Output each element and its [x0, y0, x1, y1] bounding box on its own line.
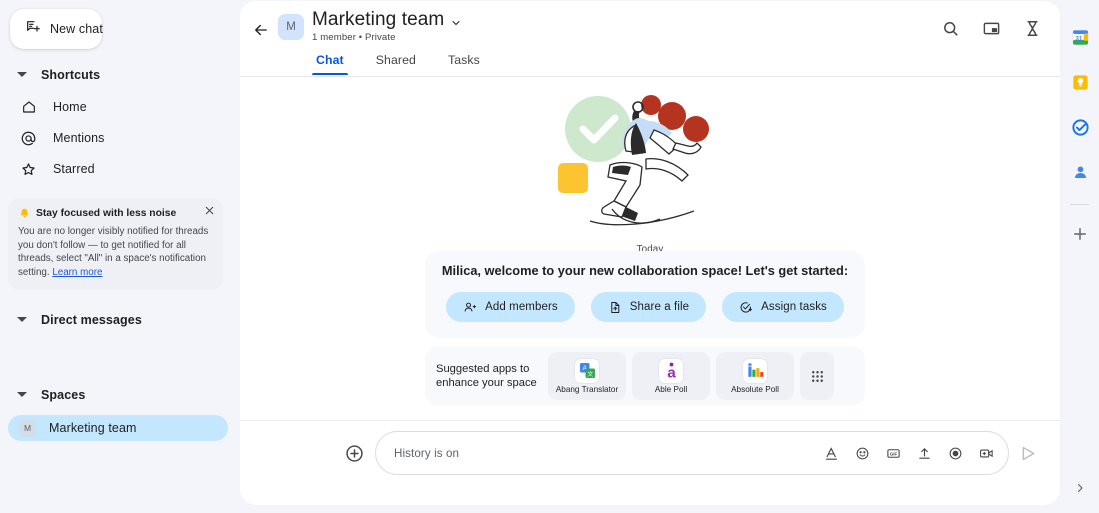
spaces-section-header[interactable]: Spaces: [0, 383, 240, 407]
assign-tasks-button[interactable]: Assign tasks: [722, 292, 844, 322]
add-members-label: Add members: [485, 301, 558, 313]
tab-chat[interactable]: Chat: [300, 47, 360, 75]
emoji-icon[interactable]: [855, 446, 870, 461]
chevron-down-icon: [17, 70, 27, 80]
apps-grid-icon[interactable]: [800, 352, 834, 400]
app-name: Absolute Poll: [731, 384, 779, 394]
video-icon[interactable]: [979, 446, 994, 461]
sidebar-item-home-label: Home: [53, 100, 87, 114]
welcome-card: Milica, welcome to your new collaboratio…: [425, 251, 865, 338]
sidebar-item-mentions-label: Mentions: [53, 131, 105, 145]
upload-icon[interactable]: [917, 446, 932, 461]
chat-header: M Marketing team 1 member • Private Chat…: [240, 1, 1060, 77]
spaces-section: Spaces M Marketing team: [0, 383, 240, 441]
hourglass-icon[interactable]: [1023, 19, 1042, 38]
add-members-button[interactable]: Add members: [446, 292, 575, 322]
send-icon[interactable]: [1019, 444, 1038, 463]
sidebar-item-starred-label: Starred: [53, 162, 95, 176]
app-name: Abang Translator: [555, 384, 619, 394]
able-poll-icon: a: [659, 358, 683, 383]
sidebar-item-home[interactable]: Home: [0, 96, 240, 118]
star-icon: [20, 161, 37, 178]
shortcuts-section-header[interactable]: Shortcuts: [0, 63, 240, 87]
sidebar-item-marketing-team[interactable]: M Marketing team: [8, 415, 228, 441]
assign-tasks-icon: [739, 300, 753, 314]
google-keep-icon[interactable]: [1071, 73, 1089, 91]
composer-icons: GIF: [824, 446, 994, 461]
share-file-button[interactable]: Share a file: [590, 292, 707, 322]
share-file-icon: [608, 300, 622, 314]
app-name: Able Poll: [654, 384, 688, 394]
close-icon[interactable]: [203, 204, 216, 217]
abang-translator-icon: A 文: [575, 358, 599, 383]
app-tile-absolute-poll[interactable]: Absolute Poll: [716, 352, 794, 400]
left-sidebar: New chat Shortcuts Home Mentions Starred…: [0, 0, 240, 513]
svg-text:a: a: [667, 365, 676, 380]
notification-banner: Stay focused with less noise You are no …: [8, 198, 223, 291]
svg-text:GIF: GIF: [890, 451, 898, 456]
page-title: Marketing team: [312, 9, 445, 30]
app-tile-able-poll[interactable]: a Able Poll: [632, 352, 710, 400]
sidebar-item-starred[interactable]: Starred: [0, 158, 240, 180]
google-calendar-icon[interactable]: 31: [1071, 28, 1089, 46]
chat-main-panel: M Marketing team 1 member • Private Chat…: [240, 1, 1060, 505]
sidebar-item-mentions[interactable]: Mentions: [0, 127, 240, 149]
avatar: M: [19, 419, 36, 437]
banner-body: You are no longer visibly notified for t…: [18, 225, 212, 279]
assign-tasks-label: Assign tasks: [761, 301, 827, 313]
svg-text:31: 31: [1075, 35, 1083, 42]
banner-body-text: You are no longer visibly notified for t…: [18, 226, 209, 278]
space-title-dropdown[interactable]: Marketing team: [312, 9, 462, 31]
search-icon[interactable]: [941, 19, 960, 38]
home-icon: [20, 99, 37, 116]
space-subtitle: 1 member • Private: [312, 32, 396, 43]
suggested-apps-card: Suggested apps to enhance your space A 文…: [425, 347, 865, 405]
rail-divider: [1070, 204, 1089, 205]
shortcuts-title: Shortcuts: [41, 68, 101, 82]
new-chat-button[interactable]: New chat: [10, 9, 103, 49]
bell-icon: [18, 207, 31, 220]
message-composer-row: GIF: [240, 421, 1060, 485]
sidebar-item-marketing-team-label: Marketing team: [49, 421, 137, 435]
new-chat-icon: [25, 19, 41, 40]
record-icon[interactable]: [948, 446, 963, 461]
chevron-down-icon: [17, 315, 27, 325]
google-tasks-icon[interactable]: [1071, 118, 1089, 136]
message-input[interactable]: [394, 446, 824, 460]
add-apps-icon[interactable]: [1071, 225, 1089, 243]
google-contacts-icon[interactable]: [1071, 163, 1089, 181]
welcome-message: Milica, welcome to your new collaboratio…: [441, 263, 849, 278]
welcome-illustration: [240, 81, 1060, 231]
suggested-apps-label: Suggested apps to enhance your space: [436, 362, 537, 390]
spaces-title: Spaces: [41, 388, 86, 402]
direct-messages-title: Direct messages: [41, 313, 142, 328]
banner-title: Stay focused with less noise: [36, 208, 177, 219]
banner-learn-more-link[interactable]: Learn more: [52, 267, 102, 278]
expand-panel-icon[interactable]: [1060, 473, 1099, 503]
new-chat-label: New chat: [50, 22, 103, 36]
add-attachment-icon[interactable]: [344, 443, 365, 464]
picture-in-picture-icon[interactable]: [982, 19, 1001, 38]
absolute-poll-icon: [743, 358, 767, 383]
message-input-container[interactable]: GIF: [375, 431, 1009, 475]
app-tile-abang-translator[interactable]: A 文 Abang Translator: [548, 352, 626, 400]
share-file-label: Share a file: [629, 301, 690, 313]
space-avatar: M: [278, 14, 304, 40]
add-members-icon: [463, 300, 477, 314]
tab-shared[interactable]: Shared: [360, 47, 432, 75]
back-arrow-icon[interactable]: [252, 21, 270, 39]
direct-messages-section-header[interactable]: Direct messages: [0, 308, 240, 332]
tab-tasks[interactable]: Tasks: [432, 47, 496, 75]
chevron-down-icon: [17, 390, 27, 400]
tabs-divider: [240, 76, 1060, 77]
welcome-actions: Add members Share a file Assign tasks: [425, 292, 865, 322]
gif-icon[interactable]: GIF: [886, 446, 901, 461]
google-chat-window: New chat Shortcuts Home Mentions Starred…: [0, 0, 1099, 513]
text-format-icon[interactable]: [824, 446, 839, 461]
header-actions: [941, 19, 1042, 38]
at-mention-icon: [20, 130, 37, 147]
chevron-down-icon: [450, 16, 462, 28]
chat-tabs: Chat Shared Tasks: [300, 47, 496, 75]
right-side-rail: 31: [1060, 0, 1099, 513]
